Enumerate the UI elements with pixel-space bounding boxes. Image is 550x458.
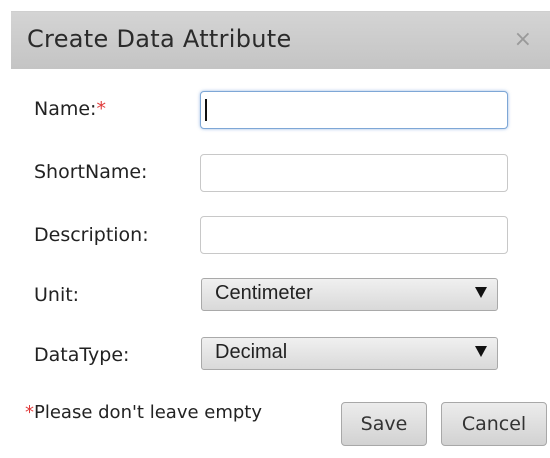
name-label: Name:* [34, 98, 106, 120]
required-note: *Please don't leave empty [25, 401, 285, 425]
description-label: Description: [34, 224, 149, 246]
name-label-text: Name: [34, 98, 97, 120]
chevron-down-icon [475, 287, 487, 298]
required-note-text: Please don't leave empty [34, 402, 263, 423]
shortname-input[interactable] [200, 154, 508, 192]
datatype-label: DataType: [34, 344, 130, 366]
required-marker: * [96, 98, 106, 120]
dialog-title: Create Data Attribute [27, 25, 292, 53]
unit-label: Unit: [34, 284, 80, 306]
unit-selected-value: Centimeter [215, 282, 313, 304]
dialog-titlebar: Create Data Attribute × [11, 11, 550, 69]
chevron-down-icon [475, 346, 487, 357]
text-caret [205, 99, 207, 121]
datatype-select[interactable]: Decimal [201, 337, 498, 370]
name-input[interactable] [200, 91, 508, 129]
shortname-label: ShortName: [34, 161, 148, 183]
required-marker: * [25, 402, 34, 423]
description-input[interactable] [200, 216, 508, 254]
datatype-selected-value: Decimal [215, 341, 288, 363]
unit-select[interactable]: Centimeter [201, 278, 498, 311]
close-icon[interactable]: × [514, 27, 532, 52]
save-button[interactable]: Save [341, 402, 427, 446]
cancel-button[interactable]: Cancel [441, 402, 547, 446]
